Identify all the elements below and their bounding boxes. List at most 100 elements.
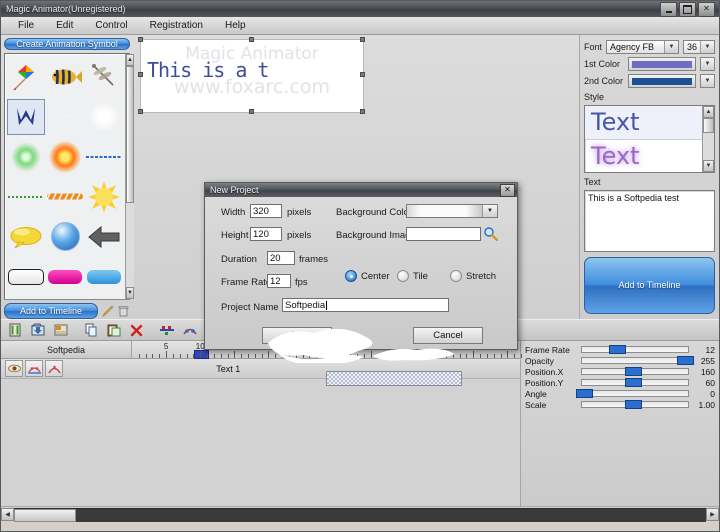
symbol-orange-striped-bar[interactable] (46, 179, 84, 215)
symbol-white-radial-glow[interactable] (85, 99, 123, 135)
animation-canvas[interactable]: Magic Animator www.foxarc.com This is a … (140, 39, 364, 113)
maximize-button[interactable] (679, 1, 696, 17)
style-list-scrollbar[interactable]: ▲ ▼ (702, 106, 714, 172)
property-slider[interactable] (581, 400, 689, 409)
symbol-dragonfly[interactable] (85, 59, 123, 95)
add-keyframe-icon[interactable] (179, 321, 200, 340)
symbol-green-radial-glow[interactable] (7, 139, 45, 175)
width-input[interactable]: 320 (250, 204, 282, 218)
table-row[interactable]: Text 1 (1, 359, 520, 386)
symbol-blue-rounded-button[interactable] (85, 259, 123, 295)
property-slider[interactable] (581, 345, 689, 354)
insert-frame-icon[interactable] (156, 321, 177, 340)
selection-handle[interactable] (360, 37, 365, 42)
symbol-blue-dashed-line[interactable] (85, 139, 123, 175)
radio-indicator[interactable] (450, 270, 462, 282)
symbol-tropical-fish[interactable] (46, 59, 84, 95)
menu-file[interactable]: File (7, 19, 45, 32)
save-project-icon[interactable] (50, 321, 71, 340)
font-family-select[interactable]: Agency FB ▼ (606, 40, 679, 54)
background-image-input[interactable] (406, 227, 481, 241)
symbol-yellow-sun[interactable] (85, 179, 123, 215)
duration-input[interactable]: 20 (267, 251, 295, 265)
timeline-clip[interactable] (325, 370, 462, 386)
property-slider[interactable] (581, 356, 694, 365)
text-input-area[interactable]: This is a Softpedia test (584, 190, 715, 252)
canvas-text-object[interactable]: This is a t (147, 58, 269, 82)
bg-mode-tile[interactable]: Tile (397, 270, 428, 282)
minimize-button[interactable] (660, 1, 677, 17)
selection-handle[interactable] (249, 37, 254, 42)
chevron-down-icon[interactable]: ▼ (700, 41, 714, 53)
color1-swatch-box[interactable] (628, 57, 696, 71)
height-input[interactable]: 120 (250, 227, 282, 241)
menu-edit[interactable]: Edit (45, 19, 84, 32)
ok-button[interactable]: OK (262, 327, 332, 344)
scroll-thumb[interactable] (14, 508, 76, 522)
color2-dropdown[interactable]: ▼ (700, 74, 715, 88)
scroll-right-button[interactable]: ▶ (706, 508, 719, 521)
chevron-down-icon[interactable]: ▼ (664, 41, 678, 53)
symbol-magenta-rounded-button[interactable] (46, 259, 84, 295)
scroll-down-button[interactable]: ▼ (703, 160, 714, 172)
style-item-blue[interactable]: Text (585, 106, 702, 140)
bg-mode-center[interactable]: Center (345, 270, 390, 282)
symbol-butterfly[interactable] (7, 98, 45, 135)
color1-dropdown[interactable]: ▼ (700, 57, 715, 71)
symbol-green-dotted-line[interactable] (7, 179, 45, 215)
chevron-down-icon[interactable]: ▼ (701, 75, 714, 87)
scroll-track[interactable] (14, 507, 706, 522)
selection-handle[interactable] (138, 37, 143, 42)
magnifier-icon[interactable] (483, 226, 498, 241)
symbol-yellow-speech-bubble[interactable] (7, 219, 45, 255)
symbol-white-rounded-button[interactable] (7, 259, 45, 295)
style-item-purple-glow[interactable]: Text (585, 140, 702, 173)
close-button[interactable]: ✕ (698, 1, 715, 17)
new-project-icon[interactable] (4, 321, 25, 340)
create-animation-symbol-button[interactable]: Create Animation Symbol (4, 38, 130, 50)
scroll-up-button[interactable]: ▲ (703, 106, 714, 118)
symbol-white-arc-glow[interactable] (46, 99, 84, 135)
font-size-select[interactable]: 36 ▼ (683, 40, 715, 54)
radio-indicator[interactable] (397, 270, 409, 282)
trash-icon[interactable] (117, 305, 130, 318)
menu-registration[interactable]: Registration (139, 19, 214, 32)
eye-icon[interactable] (5, 360, 23, 377)
bg-mode-stretch[interactable]: Stretch (450, 270, 496, 282)
scroll-track[interactable] (703, 118, 714, 160)
symbol-kite[interactable] (7, 59, 45, 95)
cancel-button[interactable]: Cancel (413, 327, 483, 344)
property-slider[interactable] (581, 367, 689, 376)
color2-swatch-box[interactable] (628, 74, 696, 88)
copy-icon[interactable] (80, 321, 101, 340)
pencil-icon[interactable] (101, 305, 114, 318)
chevron-down-icon[interactable]: ▼ (701, 58, 714, 70)
radio-indicator[interactable] (345, 270, 357, 282)
chevron-down-icon[interactable]: ▼ (482, 205, 497, 217)
close-icon[interactable]: ✕ (500, 183, 515, 197)
layer-name[interactable]: Text 1 (131, 364, 326, 374)
paste-icon[interactable] (103, 321, 124, 340)
selection-handle[interactable] (138, 109, 143, 114)
open-project-icon[interactable] (27, 321, 48, 340)
menu-control[interactable]: Control (84, 19, 138, 32)
property-slider[interactable] (581, 378, 689, 387)
text-add-to-timeline-button[interactable]: Add to Timeline (584, 256, 715, 314)
delete-icon[interactable] (126, 321, 147, 340)
property-slider[interactable] (576, 389, 689, 398)
selection-handle[interactable] (249, 109, 254, 114)
symbol-orange-sun-glow[interactable] (46, 139, 84, 175)
motion-path-icon[interactable] (25, 360, 43, 377)
menu-help[interactable]: Help (214, 19, 257, 32)
scroll-thumb[interactable] (703, 118, 714, 134)
style-list[interactable]: Text Text ▲ ▼ (584, 105, 715, 173)
framerate-input[interactable]: 12 (267, 274, 291, 288)
horizontal-scrollbar[interactable]: ◀ ▶ (1, 506, 719, 522)
selection-handle[interactable] (138, 72, 143, 77)
easing-curve-icon[interactable] (45, 360, 63, 377)
symbol-grey-left-arrow[interactable] (85, 219, 123, 255)
project-name-input[interactable]: Softpedia (282, 298, 449, 312)
selection-handle[interactable] (360, 109, 365, 114)
scroll-left-button[interactable]: ◀ (1, 508, 14, 521)
background-color-select[interactable]: ▼ (406, 204, 498, 218)
